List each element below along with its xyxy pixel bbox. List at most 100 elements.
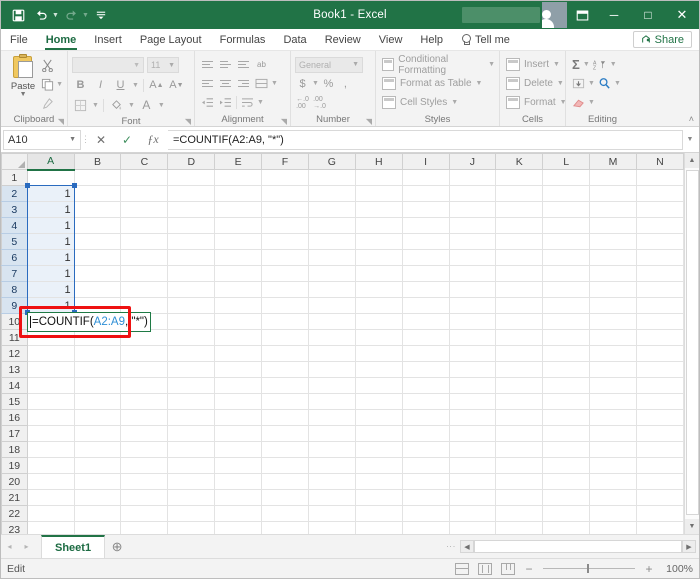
tab-split-handle[interactable]: ⋮ xyxy=(446,542,460,551)
cell-h6[interactable] xyxy=(355,249,403,266)
cell-c17[interactable] xyxy=(120,425,169,442)
cell-h15[interactable] xyxy=(355,393,403,410)
cell-g20[interactable] xyxy=(308,473,356,490)
row-header-2[interactable]: 2 xyxy=(1,185,28,202)
cell-m17[interactable] xyxy=(589,425,637,442)
cell-a13[interactable] xyxy=(27,361,75,378)
cell-a19[interactable] xyxy=(27,457,75,474)
cell-h17[interactable] xyxy=(355,425,403,442)
cell-d1[interactable] xyxy=(167,169,216,186)
cell-i23[interactable] xyxy=(402,521,450,534)
cell-b4[interactable] xyxy=(74,217,122,234)
cell-i11[interactable] xyxy=(402,329,450,346)
row-header-5[interactable]: 5 xyxy=(1,233,28,250)
row-header-10[interactable]: 10 xyxy=(1,313,28,330)
tab-insert[interactable]: Insert xyxy=(85,29,131,50)
cell-h11[interactable] xyxy=(355,329,403,346)
cell-k2[interactable] xyxy=(495,185,544,202)
cell-i8[interactable] xyxy=(402,281,450,298)
row-header-8[interactable]: 8 xyxy=(1,281,28,298)
cell-l3[interactable] xyxy=(542,201,591,218)
cell-l18[interactable] xyxy=(542,441,591,458)
cell-l10[interactable] xyxy=(542,313,591,330)
redo-dropdown-icon[interactable]: ▼ xyxy=(82,12,89,19)
cell-e17[interactable] xyxy=(214,425,263,442)
cell-i4[interactable] xyxy=(402,217,450,234)
cell-j4[interactable] xyxy=(449,217,497,234)
cell-m2[interactable] xyxy=(589,185,637,202)
cell-n16[interactable] xyxy=(636,409,684,426)
decrease-decimal-button[interactable]: .00 →.0 xyxy=(312,94,327,111)
cell-i15[interactable] xyxy=(402,393,450,410)
cell-g17[interactable] xyxy=(308,425,356,442)
cell-i9[interactable] xyxy=(402,297,450,314)
cell-e19[interactable] xyxy=(214,457,263,474)
cell-l5[interactable] xyxy=(542,233,591,250)
increase-font-size-button[interactable]: A ▲ xyxy=(148,77,165,94)
redo-icon[interactable] xyxy=(61,5,82,26)
column-header-e[interactable]: E xyxy=(214,153,263,170)
cell-k10[interactable] xyxy=(495,313,544,330)
column-header-d[interactable]: D xyxy=(167,153,216,170)
cell-c19[interactable] xyxy=(120,457,169,474)
column-header-a[interactable]: A xyxy=(26,153,75,171)
cell-m9[interactable] xyxy=(589,297,637,314)
format-as-table-button[interactable]: Format as Table ▼ xyxy=(382,74,482,93)
currency-button[interactable]: $ xyxy=(295,75,310,92)
cell-m14[interactable] xyxy=(589,377,637,394)
cell-l8[interactable] xyxy=(542,281,591,298)
cell-e16[interactable] xyxy=(214,409,263,426)
cell-e8[interactable] xyxy=(214,281,263,298)
zoom-level-label[interactable]: 100% xyxy=(663,563,693,575)
cell-f11[interactable] xyxy=(261,329,309,346)
row-header-21[interactable]: 21 xyxy=(1,489,28,506)
cell-a16[interactable] xyxy=(27,409,75,426)
column-header-n[interactable]: N xyxy=(635,153,684,170)
cell-k3[interactable] xyxy=(495,201,544,218)
cell-i7[interactable] xyxy=(402,265,450,282)
cell-f17[interactable] xyxy=(261,425,309,442)
cell-d3[interactable] xyxy=(167,201,216,218)
tab-file[interactable]: File xyxy=(1,29,37,50)
add-sheet-button[interactable]: ⊕ xyxy=(105,539,129,555)
cell-g11[interactable] xyxy=(308,329,356,346)
cell-l19[interactable] xyxy=(542,457,591,474)
font-size-input[interactable]: 11 ▼ xyxy=(147,57,179,73)
cell-k5[interactable] xyxy=(495,233,544,250)
cell-f16[interactable] xyxy=(261,409,309,426)
cell-m3[interactable] xyxy=(589,201,637,218)
cell-k18[interactable] xyxy=(495,441,544,458)
cell-k17[interactable] xyxy=(495,425,544,442)
number-format-select[interactable]: General ▼ xyxy=(295,56,363,73)
cell-styles-button[interactable]: Cell Styles ▼ xyxy=(382,93,458,112)
cell-n12[interactable] xyxy=(636,345,684,362)
cell-b7[interactable] xyxy=(74,265,122,282)
column-header-g[interactable]: G xyxy=(307,153,356,170)
cell-i14[interactable] xyxy=(402,377,450,394)
row-header-9[interactable]: 9 xyxy=(1,297,28,314)
cell-i18[interactable] xyxy=(402,441,450,458)
align-center-button[interactable] xyxy=(217,75,234,92)
cell-m18[interactable] xyxy=(589,441,637,458)
row-header-13[interactable]: 13 xyxy=(1,361,28,378)
customize-qat-icon[interactable] xyxy=(91,5,112,26)
cell-k23[interactable] xyxy=(495,521,544,534)
orientation-button[interactable]: ab xyxy=(253,56,270,73)
cell-h18[interactable] xyxy=(355,441,403,458)
vertical-scroll-track[interactable] xyxy=(684,168,699,519)
cell-c8[interactable] xyxy=(120,281,169,298)
cell-f15[interactable] xyxy=(261,393,309,410)
sheet-tab-sheet1[interactable]: Sheet1 xyxy=(41,535,106,558)
cell-l20[interactable] xyxy=(542,473,591,490)
cell-l6[interactable] xyxy=(542,249,591,266)
underline-dropdown-icon[interactable]: ▼ xyxy=(132,82,139,89)
cell-k1[interactable] xyxy=(495,169,544,186)
cell-e2[interactable] xyxy=(214,185,263,202)
sort-filter-dropdown-icon[interactable]: ▼ xyxy=(610,61,617,68)
cell-l13[interactable] xyxy=(542,361,591,378)
cell-m11[interactable] xyxy=(589,329,637,346)
cell-f23[interactable] xyxy=(261,521,309,534)
fill-color-button[interactable] xyxy=(108,97,125,114)
copy-dropdown-icon[interactable]: ▼ xyxy=(56,81,63,88)
cell-i20[interactable] xyxy=(402,473,450,490)
